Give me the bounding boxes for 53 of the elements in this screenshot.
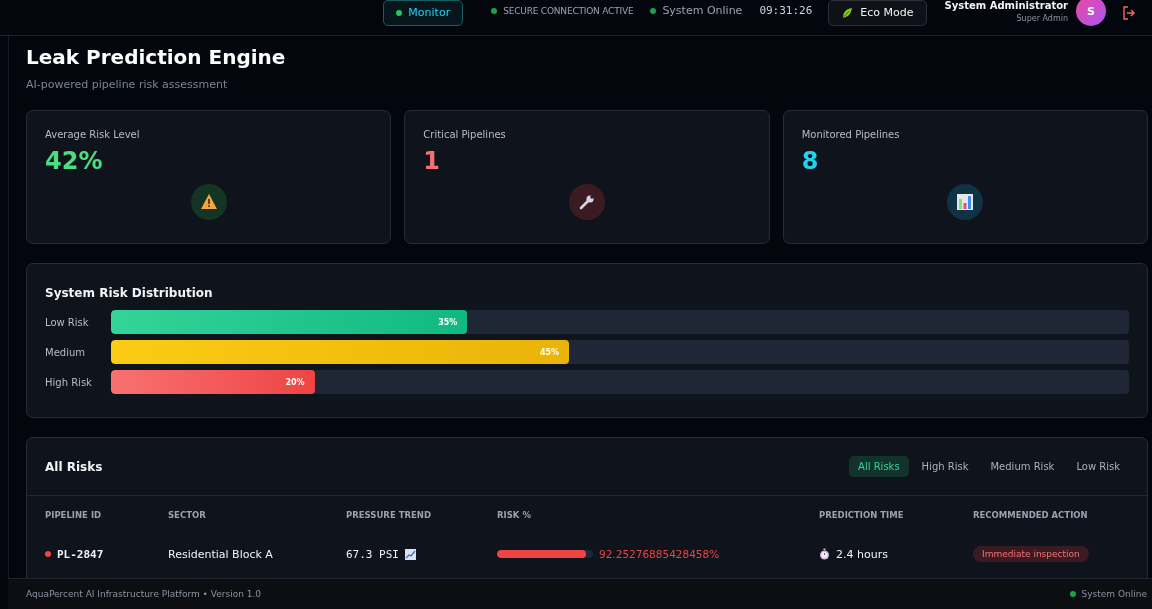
clock: 09:31:26: [759, 4, 813, 17]
pressure-value: 67.3 PSI: [346, 547, 399, 561]
stopwatch-icon: [819, 548, 830, 560]
risk-label: Low Risk: [45, 316, 90, 328]
system-status: System Online: [662, 4, 743, 17]
filter-tab[interactable]: All Risks: [849, 456, 909, 477]
page-title: Leak Prediction Engine: [26, 44, 287, 70]
prediction-time: 2.4 hours: [836, 547, 888, 561]
user-avatar[interactable]: S: [1076, 0, 1106, 26]
stat-value: 42%: [45, 146, 103, 176]
sector-cell-text: Residential Block A: [168, 546, 274, 563]
pipeline-id: PL-2847: [57, 547, 104, 561]
status-dot: [1069, 591, 1076, 597]
filter-tab[interactable]: Low Risk: [1067, 456, 1129, 477]
stat-value: 8: [801, 146, 819, 176]
leaf-icon: [841, 6, 854, 19]
status-dot: [491, 7, 498, 14]
risk-label: High Risk: [45, 376, 93, 388]
status-dot: [396, 9, 403, 16]
bar-chart-icon: [956, 193, 975, 211]
warning-icon: [199, 193, 218, 211]
filter-tab[interactable]: High Risk: [912, 456, 978, 477]
user-role: Super Admin: [1016, 14, 1068, 23]
column-header: RISK %: [497, 509, 532, 522]
bar-percentage: 20%: [285, 377, 305, 387]
risk-percentage: 92.25276885428458%: [599, 548, 720, 560]
panel-title: All Risks: [45, 459, 103, 474]
column-header: PIPELINE ID: [45, 509, 103, 522]
user-name: System Administrator: [944, 0, 1068, 12]
stat-label: Monitored Pipelines: [801, 129, 901, 140]
logout-icon[interactable]: [1122, 5, 1136, 20]
stat-label: Average Risk Level: [45, 129, 141, 140]
column-header: PRESSURE TREND: [346, 509, 432, 522]
risk-label: Medium: [45, 346, 86, 358]
footer-status: System Online: [1081, 589, 1147, 599]
stat-label: Critical Pipelines: [423, 129, 507, 140]
column-header: PREDICTION TIME: [819, 509, 905, 522]
eco-mode-button[interactable]: Eco Mode: [828, 0, 927, 26]
panel-title: System Risk Distribution: [45, 286, 214, 300]
column-header: RECOMMENDED ACTION: [973, 509, 1089, 522]
monitor-button[interactable]: Monitor: [383, 0, 464, 26]
status-dot: [650, 7, 657, 14]
trend-chart-icon: [405, 548, 416, 560]
action-badge: Immediate inspection: [973, 546, 1089, 562]
connection-status: SECURE CONNECTION ACTIVE: [503, 5, 634, 16]
filter-tab[interactable]: Medium Risk: [981, 456, 1064, 477]
page-subtitle: AI-powered pipeline risk assessment: [26, 78, 229, 91]
bar-percentage: 45%: [539, 347, 560, 357]
bar-percentage: 35%: [438, 317, 458, 327]
stat-value: 1: [423, 146, 441, 176]
footer-text: AquaPercent AI Infrastructure Platform • Version 1.0: [26, 589, 262, 599]
column-header: SECTOR: [168, 509, 207, 522]
wrench-icon: [578, 193, 596, 211]
